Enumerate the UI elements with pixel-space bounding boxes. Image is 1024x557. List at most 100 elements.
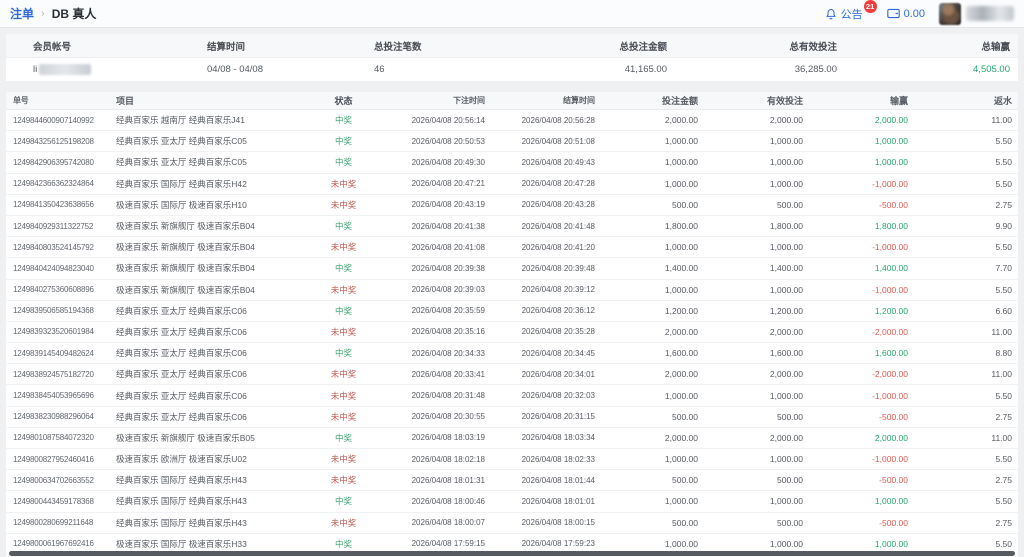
bet-amount-cell: 1,000.00 [664,538,698,549]
item-cell: 经典百家乐 越南厅 经典百家乐J41 [116,115,245,126]
table-row: 1249842906395742080 经典百家乐 亚太厅 经典百家乐C05 中… [6,152,1018,174]
status-badge: 未中奖 [330,454,357,465]
winloss-cell: 1,800.00 [874,221,908,232]
status-badge: 未中奖 [330,475,357,486]
settle-time-cell: 2026/04/08 20:39:12 [521,285,595,295]
settle-time-cell: 2026/04/08 20:34:45 [521,348,595,358]
winloss-cell: 1,000.00 [874,496,908,507]
status-badge: 中奖 [334,263,352,274]
order-id-cell: 1249838230988296064 [13,412,94,422]
item-cell: 极速百家乐 国际厅 极速百家乐H33 [116,538,247,549]
rebate-cell: 5.50 [995,496,1012,507]
order-id-cell: 1249800280699211648 [13,518,94,528]
col-status: 状态 [334,96,353,106]
summary-col-total-bet: 总投注金额 [619,41,667,53]
user-menu[interactable] [939,2,1014,25]
bet-time-cell: 2026/04/08 20:41:08 [411,242,485,252]
table-row: 1249839506585194368 经典百家乐 亚太厅 经典百家乐C06 中… [6,300,1018,322]
settle-time-cell: 2026/04/08 18:03:34 [521,433,595,443]
status-badge: 中奖 [334,496,352,507]
summary-card: 会员帐号 结算时间 总投注笔数 总投注金额 总有效投注 总输赢 li 04/08… [6,34,1018,81]
bet-amount-cell: 1,000.00 [664,157,698,168]
winloss-cell: 2,000.00 [874,432,908,443]
settle-time-cell: 2026/04/08 20:39:48 [521,263,595,273]
announcement-button[interactable]: 公告 21 [825,0,877,22]
settle-time-cell: 2026/04/08 20:32:03 [521,391,595,401]
summary-col-total-winloss: 总输赢 [981,41,1010,53]
col-bet-time: 下注时间 [453,96,485,105]
settle-time-cell: 2026/04/08 20:34:01 [521,369,595,379]
rebate-cell: 2.75 [995,475,1012,486]
table-row: 1249840275360608896 极速百家乐 新旗舰厅 极速百家乐B04 … [6,279,1018,301]
item-cell: 经典百家乐 亚太厅 经典百家乐C06 [116,369,247,380]
valid-bet-cell: 1,400.00 [769,263,803,274]
summary-col-total-valid: 总有效投注 [789,41,837,53]
winloss-cell: 2,000.00 [874,115,908,126]
settle-time-cell: 2026/04/08 18:01:44 [521,475,595,485]
winloss-cell: -2,000.00 [872,369,908,380]
col-winloss: 输赢 [889,96,908,106]
summary-total-winloss: 4,505.00 [973,64,1010,75]
rebate-cell: 7.70 [995,263,1012,274]
table-row: 1249840929311322752 极速百家乐 新旗舰厅 极速百家乐B04 … [6,215,1018,238]
username-redacted [966,6,1014,21]
order-id-cell: 1249841350423638656 [13,200,94,210]
item-cell: 经典百家乐 国际厅 经典百家乐H42 [116,178,247,189]
order-id-cell: 1249840275360608896 [13,285,94,295]
winloss-cell: 1,200.00 [874,305,908,316]
topbar-right: 公告 21 0.00 [825,0,1014,27]
valid-bet-cell: 500.00 [777,517,803,528]
summary-settle-range: 04/08 - 04/08 [207,64,263,75]
settle-time-cell: 2026/04/08 20:31:15 [521,412,595,422]
bet-amount-cell: 1,000.00 [664,390,698,401]
rebate-cell: 5.50 [995,284,1012,295]
table-row: 1249841350423638656 极速百家乐 国际厅 极速百家乐H10 未… [6,194,1018,216]
status-badge: 中奖 [334,221,352,232]
rebate-cell: 5.50 [995,538,1012,549]
settle-time-cell: 2026/04/08 20:56:28 [521,115,595,125]
order-id-cell: 1249842366362324864 [13,179,94,189]
rebate-cell: 5.50 [995,454,1012,465]
status-badge: 中奖 [334,538,352,549]
col-settle-time: 结算时间 [563,96,595,105]
wallet-balance: 0.00 [903,7,925,20]
item-cell: 极速百家乐 新旗舰厅 极速百家乐B04 [116,242,255,253]
status-badge: 中奖 [334,136,352,147]
status-badge: 未中奖 [330,284,357,295]
order-id-cell: 1249838924575182720 [13,369,94,379]
top-bar: 注单 › DB 真人 公告 21 0.00 [0,0,1024,28]
rebate-cell: 5.50 [995,178,1012,189]
bet-time-cell: 2026/04/08 18:01:31 [411,475,485,485]
horizontal-scrollbar-thumb[interactable] [9,551,1015,556]
status-badge: 中奖 [334,305,352,316]
status-badge: 中奖 [334,348,352,359]
summary-col-account: 会员帐号 [33,41,72,53]
valid-bet-cell: 1,200.00 [769,305,803,316]
summary-account: li [6,64,180,75]
valid-bet-cell: 2,000.00 [769,326,803,337]
item-cell: 经典百家乐 国际厅 经典百家乐H43 [116,475,247,486]
rebate-cell: 5.50 [995,136,1012,147]
status-badge: 中奖 [334,115,352,126]
wallet-button[interactable]: 0.00 [886,7,925,20]
order-id-cell: 1249842906395742080 [13,157,94,167]
order-id-cell: 1249840929311322752 [13,221,94,231]
bet-time-cell: 2026/04/08 20:33:41 [411,369,485,379]
settle-time-cell: 2026/04/08 18:01:01 [521,496,595,506]
bet-amount-cell: 1,000.00 [664,242,698,253]
breadcrumb-link-orders[interactable]: 注单 [10,5,34,22]
winloss-cell: -2,000.00 [872,326,908,337]
valid-bet-cell: 1,000.00 [769,538,803,549]
valid-bet-cell: 1,000.00 [769,242,803,253]
item-cell: 极速百家乐 欧洲厅 极速百家乐U02 [116,454,247,465]
settle-time-cell: 2026/04/08 18:02:33 [521,454,595,464]
valid-bet-cell: 1,000.00 [769,390,803,401]
bet-time-cell: 2026/04/08 20:39:03 [411,285,485,295]
summary-total-bet: 41,165.00 [624,64,667,75]
summary-header-row: 会员帐号 结算时间 总投注笔数 总投注金额 总有效投注 总输赢 [6,34,1018,58]
status-badge: 未中奖 [330,390,357,401]
col-rebate: 返水 [993,96,1012,106]
status-badge: 未中奖 [330,242,357,253]
rebate-cell: 2.75 [995,411,1012,422]
bet-amount-cell: 1,000.00 [664,496,698,507]
